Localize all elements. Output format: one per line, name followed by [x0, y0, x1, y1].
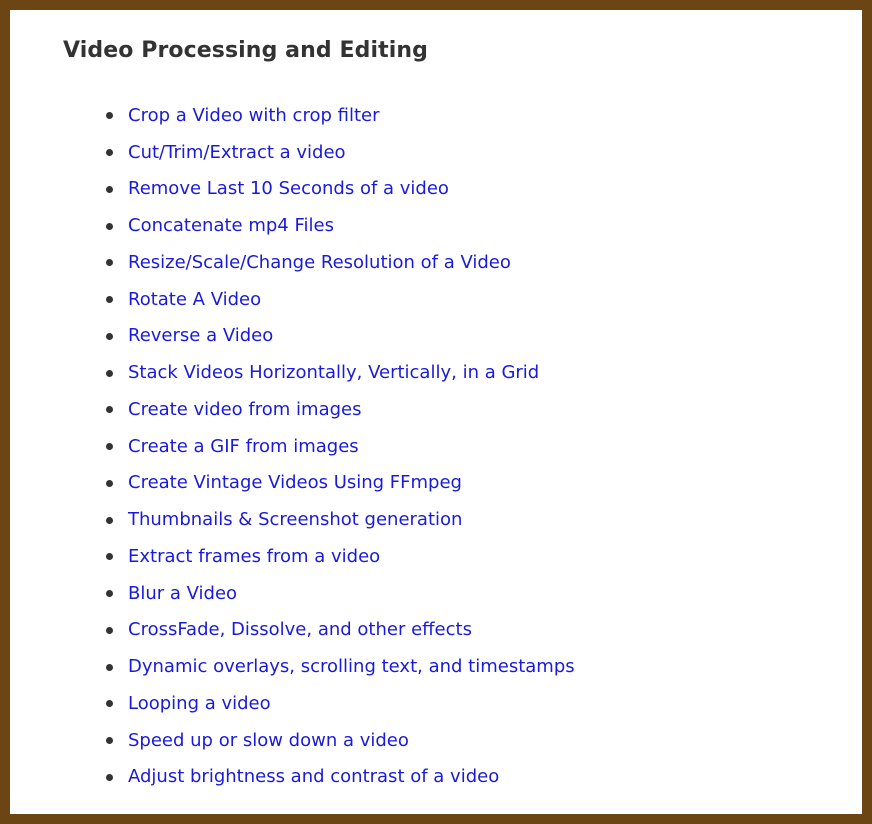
link-stack-videos[interactable]: Stack Videos Horizontally, Vertically, i… [128, 362, 539, 383]
link-vintage-videos[interactable]: Create Vintage Videos Using FFmpeg [128, 472, 462, 493]
link-remove-last-seconds[interactable]: Remove Last 10 Seconds of a video [128, 178, 449, 199]
section-title: Video Processing and Editing [63, 38, 428, 63]
bullet-icon [106, 296, 113, 304]
bullet-icon [106, 332, 113, 340]
bullet-icon [106, 443, 113, 451]
bullet-icon [106, 222, 113, 230]
link-reverse-video[interactable]: Reverse a Video [128, 325, 273, 346]
link-concatenate-mp4[interactable]: Concatenate mp4 Files [128, 215, 334, 236]
bullet-icon [106, 479, 113, 487]
bullet-icon [106, 773, 113, 781]
link-gif-from-images[interactable]: Create a GIF from images [128, 436, 359, 457]
link-blur-video[interactable]: Blur a Video [128, 583, 237, 604]
bullet-icon [106, 553, 113, 561]
bullet-icon [106, 737, 113, 745]
bullet-icon [106, 626, 113, 634]
link-crossfade-dissolve[interactable]: CrossFade, Dissolve, and other effects [128, 619, 472, 640]
link-speed-up-slow-down[interactable]: Speed up or slow down a video [128, 730, 409, 751]
link-looping-video[interactable]: Looping a video [128, 693, 271, 714]
link-brightness-contrast[interactable]: Adjust brightness and contrast of a vide… [128, 766, 499, 787]
link-thumbnails-screenshots[interactable]: Thumbnails & Screenshot generation [128, 509, 462, 530]
bullet-icon [106, 516, 113, 524]
bullet-icon [106, 700, 113, 708]
bullet-icon [106, 369, 113, 377]
link-dynamic-overlays[interactable]: Dynamic overlays, scrolling text, and ti… [128, 656, 575, 677]
link-resize-video[interactable]: Resize/Scale/Change Resolution of a Vide… [128, 252, 511, 273]
link-extract-frames[interactable]: Extract frames from a video [128, 546, 380, 567]
bullet-icon [106, 149, 113, 157]
bullet-icon [106, 590, 113, 598]
bullet-icon [106, 185, 113, 193]
content-frame: Video Processing and Editing Crop a Vide… [10, 10, 862, 814]
bullet-icon [106, 406, 113, 414]
bullet-icon [106, 112, 113, 120]
link-cut-trim-video[interactable]: Cut/Trim/Extract a video [128, 142, 346, 163]
link-video-from-images[interactable]: Create video from images [128, 399, 361, 420]
link-rotate-video[interactable]: Rotate A Video [128, 289, 261, 310]
link-crop-video[interactable]: Crop a Video with crop filter [128, 105, 379, 126]
bullet-icon [106, 663, 113, 671]
bullet-icon [106, 259, 113, 267]
